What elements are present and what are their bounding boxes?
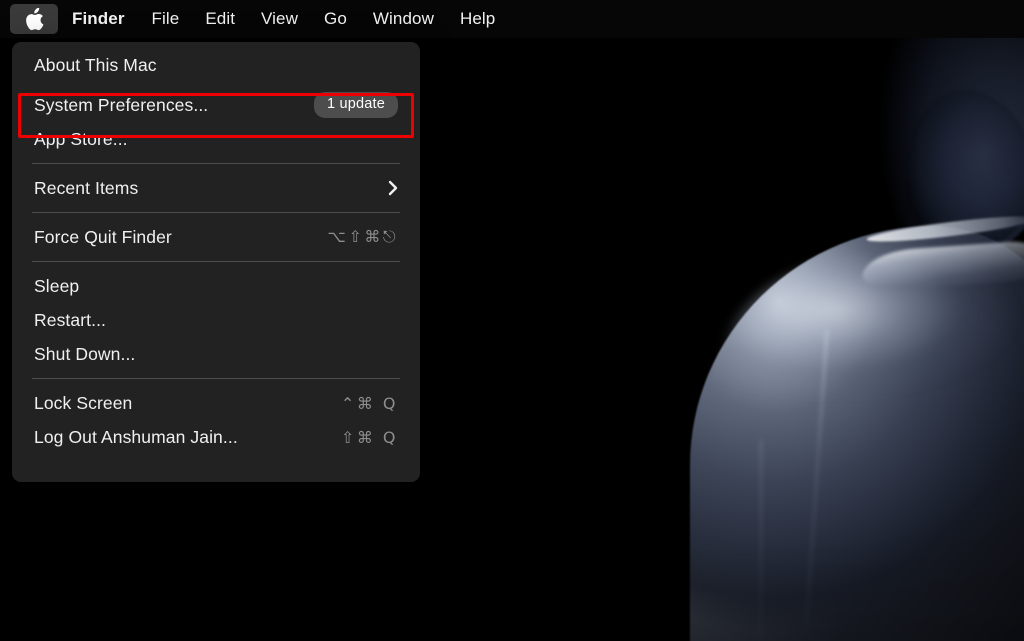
menu-item-label: Recent Items [34, 177, 139, 198]
menu-bar-item-label: Edit [205, 9, 236, 28]
menu-bar-item-file[interactable]: File [139, 4, 193, 34]
menu-item-label: System Preferences... [34, 94, 209, 115]
menu-bar-item-label: Help [459, 9, 496, 28]
submenu-indicator [388, 180, 398, 196]
menu-bar-item-view[interactable]: View [248, 4, 311, 34]
menu-item-restart[interactable]: Restart... [12, 303, 420, 337]
menu-bar-item-go[interactable]: Go [311, 4, 360, 34]
menu-bar-item-label: Go [324, 9, 347, 28]
menu-item-label: About This Mac [34, 54, 157, 75]
menu-bar-item-label: File [151, 9, 180, 28]
menu-item-label: Restart... [34, 309, 106, 330]
menu-item-label: Force Quit Finder [34, 226, 172, 247]
apple-menu-button[interactable] [10, 4, 58, 34]
menu-item-app-store[interactable]: App Store... [12, 122, 420, 156]
menu-item-label: Shut Down... [34, 343, 136, 364]
menu-item-label: Log Out Anshuman Jain... [34, 426, 238, 447]
menu-separator [32, 261, 400, 262]
menu-bar-item-label: Window [372, 9, 434, 28]
shortcut-log-out: ⇧⌘ Q [340, 427, 398, 447]
menu-item-label: Sleep [34, 275, 80, 296]
menu-item-shut-down[interactable]: Shut Down... [12, 337, 420, 371]
wallpaper-shirt-seam-secondary [760, 440, 762, 640]
menu-item-system-preferences[interactable]: System Preferences... 1 update [12, 88, 420, 122]
menu-item-log-out[interactable]: Log Out Anshuman Jain... ⇧⌘ Q [12, 420, 420, 454]
menu-bar-item-finder[interactable]: Finder [58, 4, 139, 34]
menu-separator [32, 212, 400, 213]
apple-logo-icon [25, 7, 43, 30]
menu-item-force-quit-finder[interactable]: Force Quit Finder ⌥⇧⌘⎋ [12, 220, 420, 254]
menu-bar: Finder File Edit View Go Window Help [0, 0, 1024, 38]
menu-bar-item-label: Finder [72, 9, 125, 28]
menu-item-lock-screen[interactable]: Lock Screen ⌃⌘ Q [12, 386, 420, 420]
shortcut-lock-screen: ⌃⌘ Q [340, 393, 398, 413]
menu-bar-item-help[interactable]: Help [447, 4, 508, 34]
chevron-right-icon [388, 180, 398, 196]
menu-bar-item-edit[interactable]: Edit [192, 4, 248, 34]
update-badge: 1 update [313, 92, 398, 118]
shortcut-force-quit: ⌥⇧⌘⎋ [327, 227, 398, 246]
menu-item-recent-items[interactable]: Recent Items [12, 171, 420, 205]
menu-bar-item-window[interactable]: Window [360, 4, 447, 34]
menu-item-about-this-mac[interactable]: About This Mac [12, 48, 420, 82]
menu-item-sleep[interactable]: Sleep [12, 269, 420, 303]
menu-separator [32, 163, 400, 164]
menu-bar-item-label: View [261, 9, 298, 28]
menu-separator [32, 378, 400, 379]
menu-item-label: App Store... [34, 128, 128, 149]
macos-desktop: Finder File Edit View Go Window Help Abo… [0, 0, 1024, 641]
menu-item-label: Lock Screen [34, 392, 133, 413]
apple-menu-dropdown: About This Mac System Preferences... 1 u… [12, 42, 420, 482]
